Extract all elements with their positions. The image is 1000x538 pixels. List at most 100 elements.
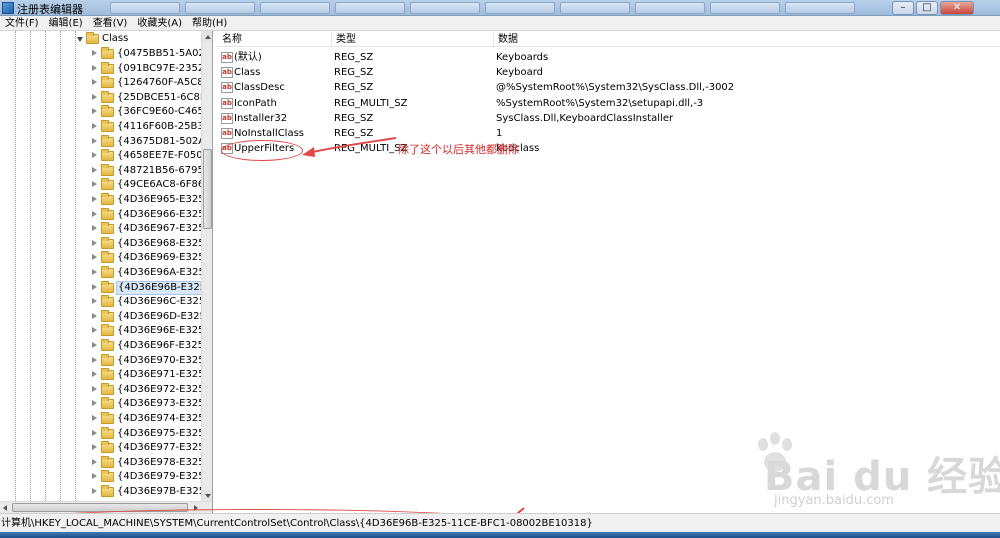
tree-item-subkey[interactable]: {4D36E967-E325-11 — [0, 222, 212, 237]
tree-item-subkey[interactable]: {4D36E974-E325-11 — [0, 412, 212, 427]
tree-item-subkey[interactable]: {4D36E965-E325-11 — [0, 193, 212, 208]
maximize-button[interactable]: □ — [916, 1, 938, 15]
value-row[interactable]: ab (默认) REG_SZ Keyboards — [216, 50, 1000, 65]
background-window-tab[interactable] — [410, 2, 480, 14]
tree-item-subkey[interactable]: {4D36E979-E325-11 — [0, 470, 212, 485]
expand-arrow-icon[interactable] — [92, 312, 97, 319]
tree-item-subkey[interactable]: {43675D81-502A-4A — [0, 134, 212, 150]
tree-item-subkey[interactable]: {4D36E96B-E325-11 — [0, 280, 212, 296]
value-row[interactable]: ab ClassDesc REG_SZ @%SystemRoot%\System32\… — [216, 80, 1000, 95]
menu-favorites[interactable]: 收藏夹(A) — [132, 16, 187, 31]
expand-arrow-icon[interactable] — [92, 327, 97, 334]
expand-arrow-icon[interactable] — [92, 458, 97, 465]
tree-item-subkey[interactable]: {4D36E96C-E325-11 — [0, 295, 212, 310]
expand-arrow-icon[interactable] — [92, 166, 97, 173]
collapse-arrow-icon[interactable] — [77, 37, 83, 42]
expand-arrow-icon[interactable] — [92, 79, 97, 86]
tree-item-subkey[interactable]: {4D36E973-E325-11 — [0, 397, 212, 412]
background-window-tab[interactable] — [185, 2, 255, 14]
expand-arrow-icon[interactable] — [92, 152, 97, 159]
expand-arrow-icon[interactable] — [92, 415, 97, 421]
expand-arrow-icon[interactable] — [92, 298, 97, 305]
value-row[interactable]: ab Class REG_SZ Keyboard — [216, 65, 1000, 80]
tree-item-label: {4116F60B-25B3-46 — [117, 121, 213, 132]
tree-item-subkey[interactable]: {4D36E969-E325-11 — [0, 251, 212, 266]
column-header-name[interactable]: 名称 — [222, 34, 242, 46]
column-header-type[interactable]: 类型 — [336, 34, 356, 46]
expand-arrow-icon[interactable] — [92, 239, 97, 246]
expand-arrow-icon[interactable] — [92, 181, 97, 188]
tree-item-subkey[interactable]: {4D36E97B-E325-11 — [0, 485, 212, 500]
value-row[interactable]: ab IconPath REG_MULTI_SZ %SystemRoot%\Syste… — [216, 96, 1000, 111]
tree-item-subkey[interactable]: {4D36E975-E325-11 — [0, 426, 212, 442]
expand-arrow-icon[interactable] — [92, 473, 97, 480]
expand-arrow-icon[interactable] — [92, 269, 97, 275]
expand-arrow-icon[interactable] — [92, 444, 97, 451]
tree-item-subkey[interactable]: {1264760F-A5C8-4B — [0, 76, 212, 91]
background-window-tab[interactable] — [785, 2, 855, 14]
scrollbar-thumb[interactable] — [203, 149, 212, 229]
background-window-tab[interactable] — [335, 2, 405, 14]
tree-item-subkey[interactable]: {4D36E96F-E325-11 — [0, 339, 212, 354]
tree-item-subkey[interactable]: {4D36E978-E325-11 — [0, 455, 212, 471]
expand-arrow-icon[interactable] — [92, 64, 97, 71]
background-window-tab[interactable] — [110, 2, 180, 14]
tree-item-subkey[interactable]: {4116F60B-25B3-46 — [0, 120, 212, 135]
tree-item-subkey[interactable]: {49CE6AC8-6F86-11 — [0, 178, 212, 193]
expand-arrow-icon[interactable] — [92, 196, 97, 202]
tree-item-subkey[interactable]: {0475BB51-5A02-4E — [0, 47, 212, 62]
scroll-up-arrow-icon[interactable] — [202, 31, 212, 42]
tree-item-subkey[interactable]: {25DBCE51-6C8F-4A — [0, 90, 212, 106]
tree-item-subkey[interactable]: {48721B56-6795-11 — [0, 163, 212, 179]
column-header-data[interactable]: 数据 — [498, 34, 518, 46]
registry-key-tree[interactable]: Class {0475BB51-5A02-4E {091BC97E-2352-43… — [0, 31, 213, 513]
menu-file[interactable]: 文件(F) — [0, 16, 44, 31]
expand-arrow-icon[interactable] — [92, 93, 97, 100]
expand-arrow-icon[interactable] — [92, 342, 97, 348]
tree-item-subkey[interactable]: {4D36E96D-E325-11 — [0, 309, 212, 325]
tree-item-subkey[interactable]: {4D36E968-E325-11 — [0, 236, 212, 252]
expand-arrow-icon[interactable] — [92, 283, 97, 290]
close-button[interactable]: ✕ — [940, 1, 974, 15]
expand-arrow-icon[interactable] — [92, 50, 97, 56]
tree-item-subkey[interactable]: {4D36E96A-E325-11 — [0, 266, 212, 281]
tree-item-label: {4D36E96A-E325-11 — [117, 267, 213, 278]
background-window-tab[interactable] — [560, 2, 630, 14]
scroll-down-arrow-icon[interactable] — [202, 490, 212, 501]
expand-arrow-icon[interactable] — [92, 488, 97, 494]
background-window-tab[interactable] — [710, 2, 780, 14]
background-window-tab[interactable] — [635, 2, 705, 14]
tree-item-subkey[interactable]: {4D36E966-E325-11 — [0, 207, 212, 223]
tree-item-subkey[interactable]: {091BC97E-2352-43 — [0, 61, 212, 77]
expand-arrow-icon[interactable] — [92, 137, 97, 144]
tree-item-subkey[interactable]: {4D36E970-E325-11 — [0, 353, 212, 369]
expand-arrow-icon[interactable] — [92, 356, 97, 363]
folder-icon — [101, 47, 114, 59]
tree-item-subkey[interactable]: {36FC9E60-C465-11 — [0, 105, 212, 120]
tree-item-subkey[interactable]: {4658EE7E-F050-11E — [0, 149, 212, 164]
minimize-button[interactable]: – — [892, 1, 914, 15]
expand-arrow-icon[interactable] — [92, 371, 97, 378]
expand-arrow-icon[interactable] — [92, 123, 97, 129]
tree-vertical-scrollbar[interactable] — [201, 31, 212, 501]
expand-arrow-icon[interactable] — [92, 108, 97, 115]
tree-item-subkey[interactable]: {4D36E971-E325-11 — [0, 368, 212, 383]
menu-edit[interactable]: 编辑(E) — [44, 16, 88, 31]
expand-arrow-icon[interactable] — [92, 429, 97, 436]
menu-help[interactable]: 帮助(H) — [187, 16, 232, 31]
expand-arrow-icon[interactable] — [92, 225, 97, 232]
menu-view[interactable]: 查看(V) — [88, 16, 133, 31]
background-window-tab[interactable] — [485, 2, 555, 14]
tree-item-class[interactable]: Class — [0, 32, 200, 47]
tree-item-label: {4D36E973-E325-11 — [117, 398, 213, 410]
value-row[interactable]: ab Installer32 REG_SZ SysClass.Dll,Keyboard… — [216, 111, 1000, 126]
tree-item-subkey[interactable]: {4D36E96E-E325-11 — [0, 324, 212, 339]
background-window-tab[interactable] — [260, 2, 330, 14]
expand-arrow-icon[interactable] — [92, 210, 97, 217]
expand-arrow-icon[interactable] — [92, 385, 97, 392]
tree-item-subkey[interactable]: {4D36E972-E325-11 — [0, 382, 212, 398]
tree-item-subkey[interactable]: {4D36E977-E325-11 — [0, 441, 212, 456]
scroll-left-arrow-icon[interactable] — [0, 502, 11, 513]
expand-arrow-icon[interactable] — [92, 254, 97, 261]
expand-arrow-icon[interactable] — [92, 400, 97, 407]
